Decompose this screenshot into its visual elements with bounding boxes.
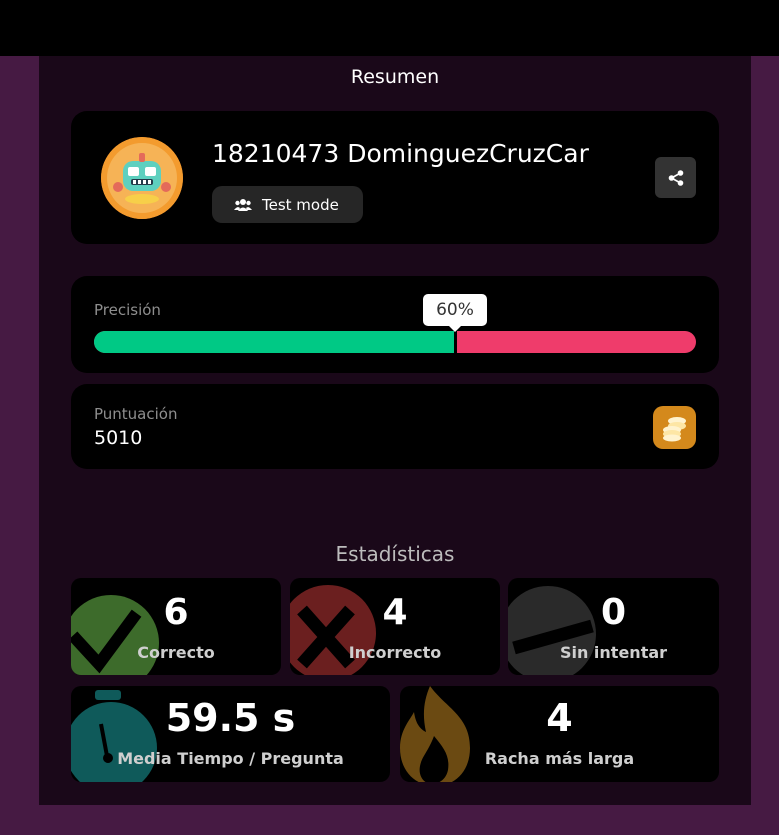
- stats-title: Estadísticas: [335, 542, 455, 566]
- mode-badge: Test mode: [212, 186, 363, 223]
- average-time-value: 59.5 s: [165, 696, 296, 740]
- accuracy-bar: [94, 331, 696, 353]
- streak-label: Racha más larga: [484, 749, 635, 768]
- coins-icon: [653, 406, 696, 449]
- incorrect-count: 4: [382, 592, 408, 633]
- stat-unattempted: 0 Sin intentar: [508, 578, 719, 675]
- users-icon: [234, 198, 252, 211]
- share-button[interactable]: [655, 157, 696, 198]
- share-icon: [668, 169, 683, 186]
- score-value: 5010: [94, 427, 143, 449]
- player-avatar: [101, 137, 183, 219]
- unattempted-count: 0: [600, 592, 627, 633]
- average-time-label: Media Tiempo / Pregunta: [117, 749, 344, 768]
- player-name: 18210473 DominguezCruzCar: [212, 139, 589, 168]
- accuracy-bar-divider: [454, 331, 457, 353]
- correct-label: Correcto: [137, 643, 215, 662]
- correct-count: 6: [163, 592, 189, 633]
- summary-title: Resumen: [350, 66, 440, 88]
- unattempted-label: Sin intentar: [559, 643, 668, 662]
- summary-panel: Resumen 18210473 DominguezCruzCar Test m…: [39, 56, 751, 805]
- accuracy-card: Precisión 60%: [71, 276, 719, 373]
- stat-longest-streak: 4 Racha más larga: [400, 686, 719, 782]
- stat-correct: 6 Correcto: [71, 578, 281, 675]
- stat-incorrect: 4 Incorrecto: [290, 578, 500, 675]
- mode-label: Test mode: [262, 195, 339, 214]
- streak-value: 4: [546, 696, 573, 740]
- accuracy-percent-tooltip: 60%: [423, 294, 487, 332]
- score-card: Puntuación 5010: [71, 384, 719, 469]
- score-label: Puntuación: [94, 405, 178, 423]
- accuracy-label: Precisión: [94, 301, 161, 319]
- player-card: 18210473 DominguezCruzCar Test mode: [71, 111, 719, 244]
- stat-average-time: 59.5 s Media Tiempo / Pregunta: [71, 686, 390, 782]
- incorrect-label: Incorrecto: [348, 643, 442, 662]
- top-bar: [0, 0, 779, 56]
- accuracy-bar-correct: [94, 331, 455, 353]
